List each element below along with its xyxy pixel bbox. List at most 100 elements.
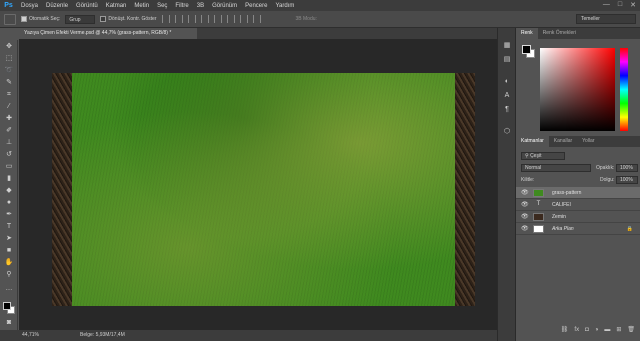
tab-yollar[interactable]: Yollar — [577, 136, 599, 147]
more-tools-icon[interactable]: … — [4, 285, 14, 293]
soil-texture-right — [455, 73, 475, 306]
color-picker-field[interactable] — [540, 48, 615, 131]
menu-metin[interactable]: Metin — [130, 3, 153, 9]
layer-name[interactable]: CALIFEI — [552, 199, 571, 211]
healing-brush-tool-icon[interactable]: ✚ — [4, 115, 14, 123]
adjustment-layer-icon[interactable]: ◑ — [595, 324, 599, 336]
menu-sec[interactable]: Seç — [153, 3, 171, 9]
visibility-eye-icon[interactable]: 👁 — [521, 211, 529, 223]
marquee-tool-icon[interactable]: ⬚ — [4, 55, 14, 63]
layer-row[interactable]: 👁 grass-pattern — [516, 187, 640, 199]
paragraph-panel-icon[interactable]: ¶ — [502, 106, 512, 114]
document-canvas[interactable] — [52, 73, 475, 306]
blur-tool-icon[interactable]: ◆ — [4, 187, 14, 195]
gradient-tool-icon[interactable]: ▮ — [4, 175, 14, 183]
layer-style-icon[interactable]: fx — [574, 324, 579, 336]
blend-mode-dropdown[interactable]: Normal — [521, 164, 591, 172]
eraser-tool-icon[interactable]: ▭ — [4, 163, 14, 171]
status-bar: 44,71% Belge: 5,93M/17,4M — [0, 330, 497, 341]
move-tool-icon[interactable]: ✥ — [4, 43, 14, 51]
layer-name[interactable]: Zemin — [552, 211, 566, 223]
new-group-icon[interactable]: ▬ — [604, 324, 610, 336]
dodge-tool-icon[interactable]: ● — [4, 199, 14, 207]
history-panel-icon[interactable]: ▦ — [502, 42, 512, 50]
tab-renk[interactable]: Renk — [516, 28, 538, 39]
layer-name[interactable]: Arka Plan — [552, 223, 574, 235]
path-selection-tool-icon[interactable]: ➤ — [4, 235, 14, 243]
tab-kanallar[interactable]: Kanallar — [549, 136, 577, 147]
transform-controls-checkbox[interactable]: Dönüşt. Kontr. Göster — [100, 16, 157, 22]
character-panel-icon[interactable]: A — [502, 92, 512, 100]
delete-layer-icon[interactable]: 🗑 — [627, 324, 635, 336]
align-center-icon[interactable] — [213, 15, 222, 23]
document-info[interactable]: Belge: 5,93M/17,4M — [80, 330, 125, 341]
checkbox-unchecked-icon — [100, 16, 107, 22]
workspace-switcher[interactable]: Temeller — [576, 14, 636, 24]
distribute-icon[interactable] — [239, 15, 248, 23]
layer-row[interactable]: 👁 Zemin — [516, 211, 640, 223]
layer-thumbnail — [533, 213, 544, 221]
menu-duzenle[interactable]: Düzenle — [42, 3, 72, 9]
zoom-level[interactable]: 44,71% — [22, 330, 39, 341]
tab-renk-ornekleri[interactable]: Renk Örnekleri — [538, 28, 581, 39]
minimize-icon[interactable]: — — [603, 1, 610, 9]
layer-row[interactable]: 👁 Arka Plan 🔒 — [516, 223, 640, 235]
shape-tool-icon[interactable]: ■ — [4, 247, 14, 255]
menu-katman[interactable]: Katman — [102, 3, 131, 9]
visibility-eye-icon[interactable]: 👁 — [521, 223, 529, 235]
visibility-eye-icon[interactable]: 👁 — [521, 187, 529, 199]
menu-yardim[interactable]: Yardım — [271, 3, 298, 9]
eyedropper-tool-icon[interactable]: ⁄ — [4, 103, 14, 111]
menu-filtre[interactable]: Filtre — [171, 3, 192, 9]
align-bottom-icon[interactable] — [187, 15, 196, 23]
zoom-tool-icon[interactable]: ⚲ — [4, 271, 14, 279]
menu-dosya[interactable]: Dosya — [17, 3, 42, 9]
fill-field[interactable]: 100% — [616, 176, 638, 184]
libraries-panel-icon[interactable]: ⬡ — [502, 128, 512, 136]
crop-tool-icon[interactable]: ⌗ — [4, 91, 14, 99]
auto-select-dropdown[interactable]: Grup — [65, 14, 96, 24]
align-left-icon[interactable] — [200, 15, 209, 23]
type-tool-icon[interactable]: T — [4, 223, 14, 231]
hue-slider[interactable] — [620, 48, 628, 131]
distribute-horizontal-icon[interactable] — [252, 15, 261, 23]
layer-row[interactable]: 👁 T CALIFEI — [516, 199, 640, 211]
hand-tool-icon[interactable]: ✋ — [4, 259, 14, 267]
clone-stamp-tool-icon[interactable]: ⊥ — [4, 139, 14, 147]
close-icon[interactable]: ✕ — [630, 1, 636, 9]
panel-foreground-swatch[interactable] — [522, 45, 531, 54]
quick-mask-icon[interactable]: ◙ — [4, 319, 14, 327]
tab-katmanlar[interactable]: Katmanlar — [516, 136, 549, 147]
menu-gorunum[interactable]: Görünüm — [208, 3, 241, 9]
pen-tool-icon[interactable]: ✒ — [4, 211, 14, 219]
adjustments-panel-icon[interactable]: ◐ — [502, 78, 512, 86]
align-right-icon[interactable] — [226, 15, 235, 23]
mode-3d-label: 3B Modu: — [295, 16, 317, 22]
properties-panel-icon[interactable]: ▤ — [502, 56, 512, 64]
new-layer-icon[interactable]: ⊞ — [616, 324, 621, 336]
align-top-icon[interactable] — [161, 15, 170, 23]
move-tool-preset-icon[interactable] — [4, 13, 16, 25]
layer-filter-dropdown[interactable]: ⚲ Çeşit — [521, 152, 565, 160]
layer-mask-icon[interactable]: ◘ — [585, 324, 589, 336]
history-brush-tool-icon[interactable]: ↺ — [4, 151, 14, 159]
maximize-icon[interactable]: □ — [618, 1, 622, 9]
layers-panel-tabs: Katmanlar Kanallar Yollar — [516, 136, 640, 147]
foreground-color-swatch[interactable] — [3, 302, 11, 310]
link-layers-icon[interactable]: ⛓ — [561, 324, 569, 336]
brush-tool-icon[interactable]: ✐ — [4, 127, 14, 135]
menu-3b[interactable]: 3B — [193, 3, 208, 9]
visibility-eye-icon[interactable]: 👁 — [521, 199, 529, 211]
lasso-tool-icon[interactable]: ➰ — [4, 67, 14, 75]
align-middle-icon[interactable] — [174, 15, 183, 23]
menu-goruntu[interactable]: Görüntü — [72, 3, 102, 9]
canvas-area[interactable] — [19, 39, 497, 330]
opacity-field[interactable]: 100% — [616, 164, 638, 172]
auto-select-checkbox[interactable]: Otomatik Seç: — [21, 16, 60, 22]
menu-pencere[interactable]: Pencere — [241, 3, 271, 9]
tools-panel: ✥ ⬚ ➰ ✎ ⌗ ⁄ ✚ ✐ ⊥ ↺ ▭ ▮ ◆ ● ✒ T ➤ ■ ✋ ⚲ … — [0, 40, 18, 330]
layer-name[interactable]: grass-pattern — [552, 187, 581, 199]
quick-select-tool-icon[interactable]: ✎ — [4, 79, 14, 87]
layer-thumbnail — [533, 189, 544, 197]
document-tab[interactable]: Yazıya Çimen Efekti Verme.psd @ 44,7% (g… — [19, 28, 197, 39]
